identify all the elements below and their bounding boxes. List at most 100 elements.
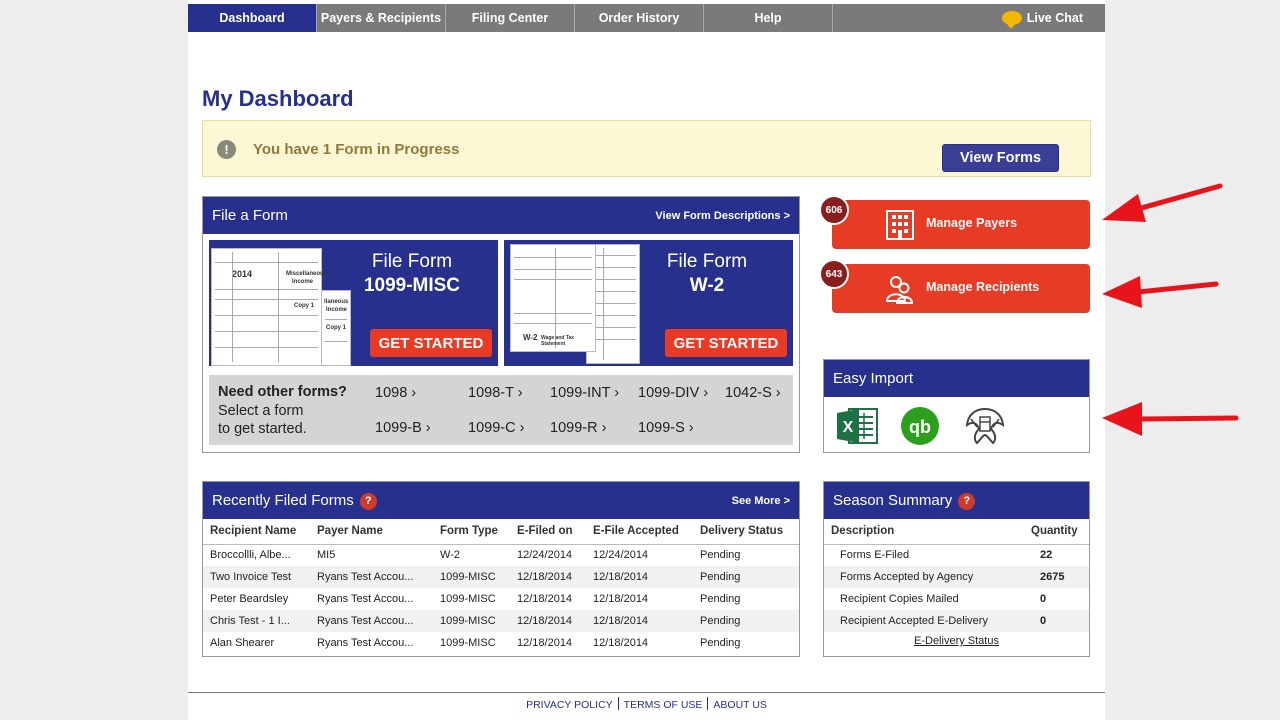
cell: 22	[1040, 549, 1053, 562]
table-row: Recipient Copies Mailed 0	[824, 588, 1089, 610]
footer: PRIVACY POLICY TERMS OF USE ABOUT US	[188, 697, 1105, 711]
chat-bubble-icon	[1001, 11, 1022, 29]
file-a-form-title: File a Form	[212, 207, 288, 224]
tab-help[interactable]: Help	[704, 4, 833, 32]
column-header[interactable]: E-Filed on	[510, 519, 586, 545]
table-header-row: Recipient Name Payer Name Form Type E-Fi…	[203, 519, 799, 545]
column-header: Quantity	[1024, 519, 1089, 545]
tab-dashboard[interactable]: Dashboard	[188, 4, 317, 32]
page: Dashboard Payers & Recipients Filing Cen…	[188, 0, 1105, 720]
footer-separator	[707, 697, 709, 710]
form-link-1099-int[interactable]: 1099-INT ›	[550, 385, 619, 401]
cell: W-2	[440, 549, 460, 562]
form-link-1099-b[interactable]: 1099-B ›	[375, 420, 431, 436]
top-nav: Dashboard Payers & Recipients Filing Cen…	[188, 4, 1105, 32]
form-card-w2[interactable]: W-2 Wage and Tax Statement File Form W-2…	[504, 240, 793, 366]
table-row[interactable]: Chris Test - 1 I... Ryans Test Accou... 10…	[203, 610, 799, 632]
progress-message: You have 1 Form in Progress	[253, 141, 460, 158]
cell: Alan Shearer	[210, 637, 275, 649]
cell: Pending	[700, 549, 741, 562]
footer-divider	[188, 692, 1105, 693]
cell: 0	[1040, 593, 1047, 605]
table-row[interactable]: Two Invoice Test Ryans Test Accou... 1099-…	[203, 566, 799, 588]
easy-import-panel: Easy Import X qb	[823, 359, 1090, 453]
people-icon	[885, 276, 914, 304]
table-row: Forms E-Filed 22	[824, 544, 1089, 566]
payers-count-badge: 606	[819, 195, 849, 225]
help-icon[interactable]: ?	[359, 492, 377, 510]
live-chat-button[interactable]: Live Chat	[833, 4, 1105, 32]
get-started-1099-misc-button[interactable]: GET STARTED	[370, 329, 492, 357]
table-row[interactable]: Peter Beardsley Ryans Test Accou... 1099-M…	[203, 588, 799, 610]
easy-import-title: Easy Import	[833, 370, 914, 387]
other-forms-label: Need other forms? Select a form to get s…	[218, 384, 347, 437]
irs-eagle-icon[interactable]	[963, 405, 1007, 447]
see-more-link[interactable]: See More >	[732, 495, 790, 507]
get-started-w2-button[interactable]: GET STARTED	[665, 329, 787, 357]
season-header: Season Summary?	[824, 482, 1089, 519]
column-header[interactable]: Delivery Status	[693, 519, 799, 545]
file-a-form-panel: File a Form View Form Descriptions > lla…	[202, 196, 800, 453]
cell: Chris Test - 1 I...	[203, 610, 310, 632]
annotation-arrow-icon	[1102, 276, 1219, 308]
form-link-1099-c[interactable]: 1099-C ›	[468, 420, 524, 436]
cell: 0	[1024, 610, 1089, 632]
form-link-1098-t[interactable]: 1098-T ›	[468, 385, 523, 401]
table-row: Forms Accepted by Agency 2675	[824, 566, 1089, 588]
manage-recipients-button[interactable]: Manage Recipients	[832, 264, 1090, 313]
table-row: Recipient Accepted E-Delivery 0	[824, 610, 1089, 632]
svg-text:X: X	[843, 419, 854, 436]
manage-payers-button[interactable]: Manage Payers	[832, 200, 1090, 249]
tab-order-history[interactable]: Order History	[575, 4, 704, 32]
other-forms-box: Need other forms? Select a form to get s…	[209, 375, 793, 445]
column-header[interactable]: Payer Name	[310, 519, 433, 545]
privacy-policy-link[interactable]: PRIVACY POLICY	[526, 699, 613, 711]
table-row[interactable]: Alan Shearer Ryans Test Accou... 1099-MISC…	[203, 632, 799, 654]
about-us-link[interactable]: ABOUT US	[713, 699, 766, 711]
terms-of-use-link[interactable]: TERMS OF USE	[624, 699, 703, 711]
cell: MI5	[317, 549, 336, 562]
annotation-arrow-icon	[1102, 183, 1223, 222]
view-forms-button[interactable]: View Forms	[942, 144, 1059, 172]
form-link-1099-r[interactable]: 1099-R ›	[550, 420, 606, 436]
tab-payers-recipients[interactable]: Payers & Recipients	[317, 4, 446, 32]
column-header: Description	[824, 519, 1024, 545]
cell: Broccollli, Albe...	[210, 549, 291, 562]
excel-icon[interactable]: X	[835, 405, 879, 447]
column-header[interactable]: Form Type	[433, 519, 510, 545]
cell: 12/18/2014	[517, 637, 573, 649]
form-link-1098[interactable]: 1098 ›	[375, 385, 416, 401]
recently-filed-forms-panel: Recently Filed Forms? See More > Recipie…	[202, 481, 800, 657]
table-row[interactable]: Broccollli, Albe... MI5 W-2 12/24/2014 12/24…	[203, 544, 799, 566]
form-link-1099-s[interactable]: 1099-S ›	[638, 420, 694, 436]
column-header[interactable]: E-File Accepted	[586, 519, 693, 545]
recent-title: Recently Filed Forms?	[212, 492, 377, 510]
quickbooks-icon[interactable]: qb	[898, 405, 942, 447]
cell: 1099-MISC	[440, 593, 496, 605]
cell: 12/24/2014	[517, 549, 573, 562]
cell: Pending	[693, 610, 799, 632]
tab-filing-center[interactable]: Filing Center	[446, 4, 575, 32]
form-card-1099-misc[interactable]: llaneous Income Copy 1 2014 Miscellaneou…	[209, 240, 498, 366]
help-icon[interactable]: ?	[958, 492, 976, 510]
view-form-descriptions-link[interactable]: View Form Descriptions >	[655, 210, 790, 222]
annotation-arrow-icon	[1102, 402, 1239, 436]
manage-payers-label: Manage Payers	[926, 216, 1018, 230]
season-summary-table: Description Quantity Forms E-Filed 22 For…	[824, 519, 1089, 632]
recipients-count-badge: 643	[819, 259, 849, 289]
cell: 12/18/2014	[586, 566, 693, 588]
cell: Ryans Test Accou...	[310, 566, 433, 588]
cell: 12/18/2014	[510, 566, 586, 588]
recent-header: Recently Filed Forms? See More >	[203, 482, 799, 519]
e-delivery-status-link[interactable]: E-Delivery Status	[824, 632, 1089, 651]
cell: Ryans Test Accou...	[317, 637, 414, 649]
cell: Ryans Test Accou...	[310, 610, 433, 632]
recent-forms-table: Recipient Name Payer Name Form Type E-Fi…	[203, 519, 799, 654]
form-link-1042-s[interactable]: 1042-S ›	[725, 385, 781, 401]
cell: 1099-MISC	[440, 637, 496, 649]
cell: 1099-MISC	[433, 566, 510, 588]
manage-recipients-label: Manage Recipients	[926, 280, 1040, 294]
form-link-1099-div[interactable]: 1099-DIV ›	[638, 385, 708, 401]
season-summary-panel: Season Summary? Description Quantity For…	[823, 481, 1090, 657]
column-header[interactable]: Recipient Name	[203, 519, 310, 545]
